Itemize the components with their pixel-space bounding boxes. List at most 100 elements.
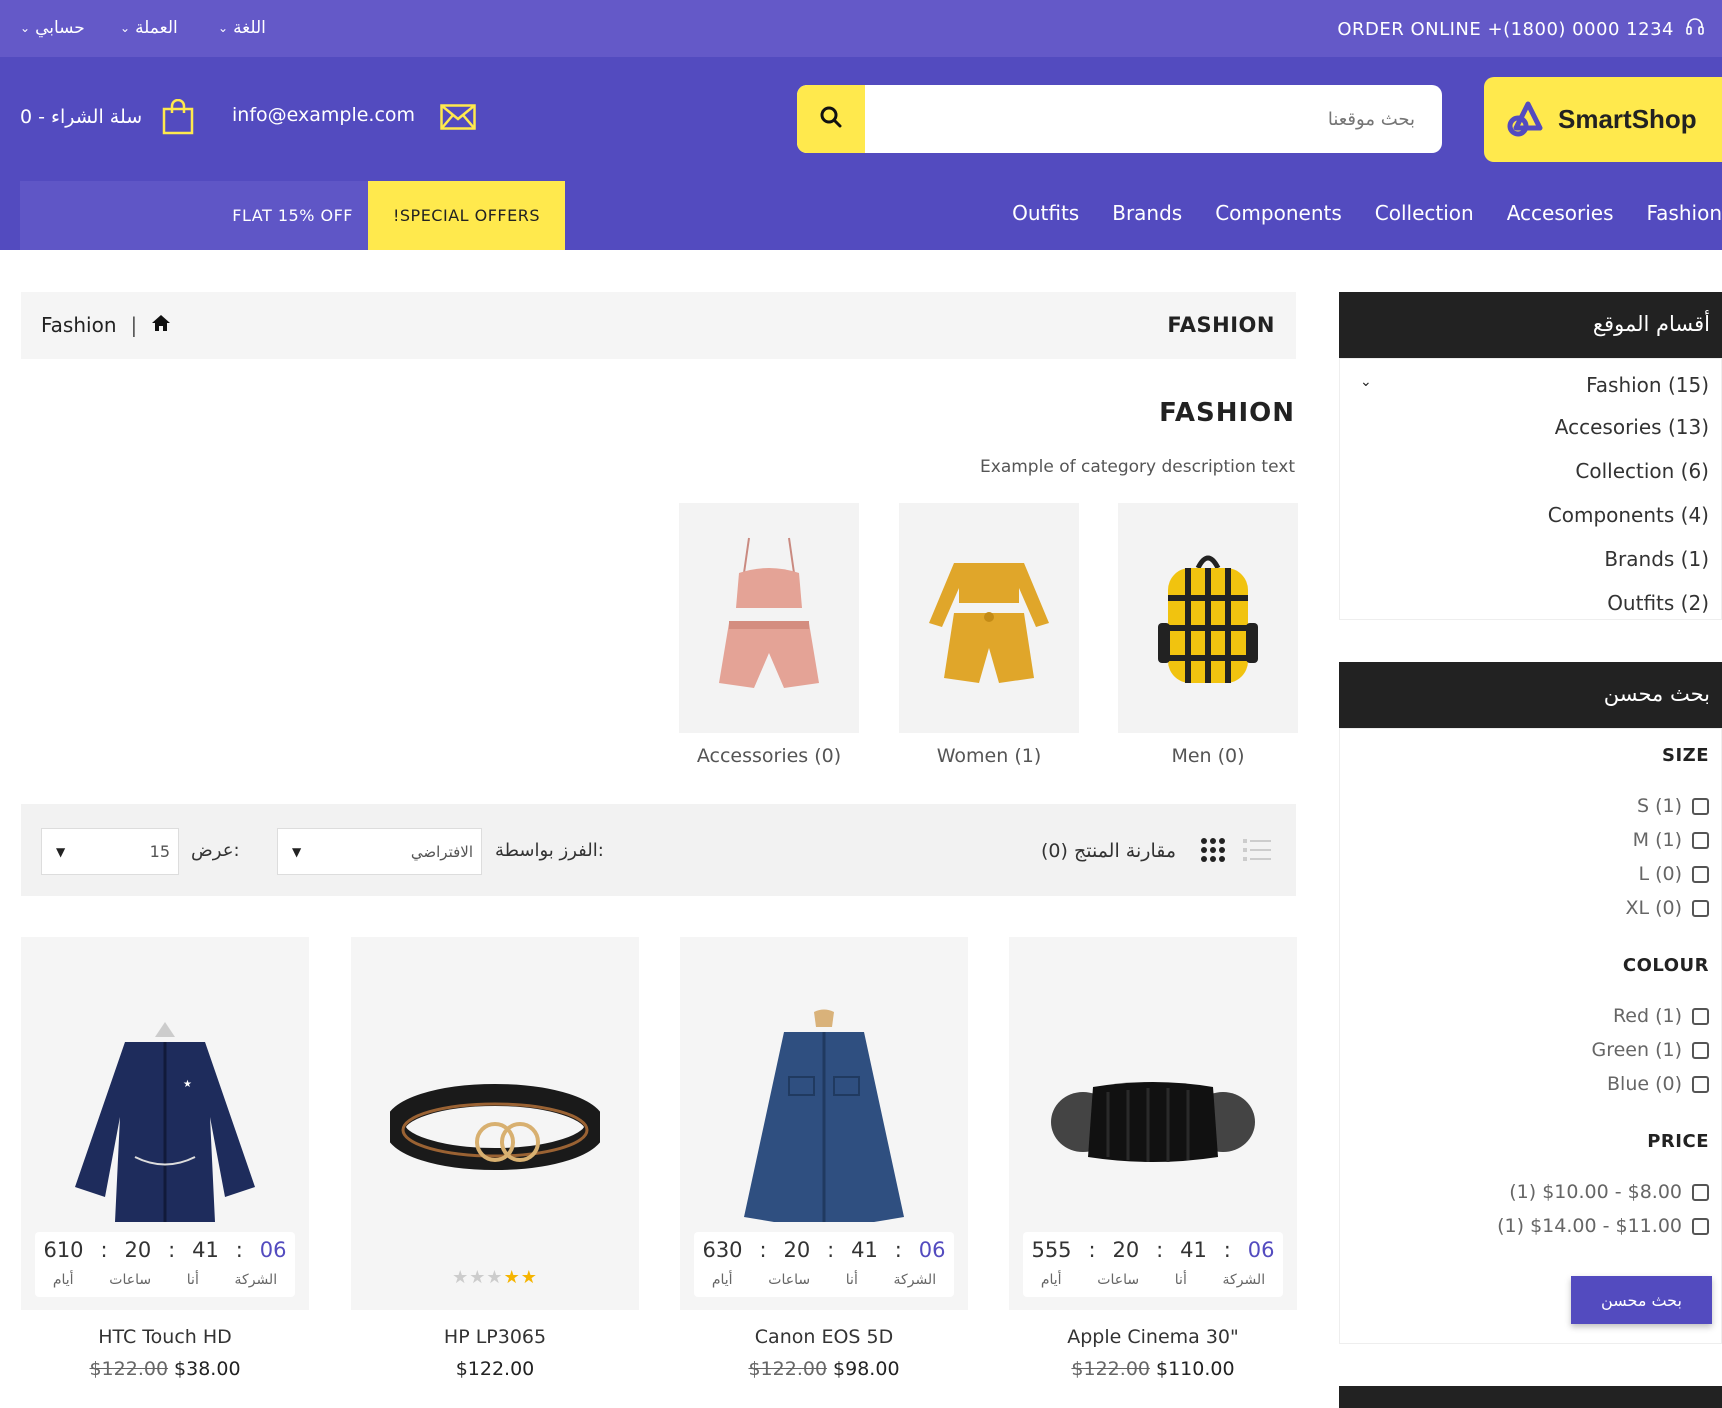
nav-item-collection[interactable]: Collection [1375,201,1474,225]
nav-item-accesories[interactable]: Accesories [1507,201,1614,225]
black-top-image [1051,1082,1255,1162]
checkbox[interactable] [1692,865,1709,883]
show-label: عرض: [191,840,240,861]
nav-item-brands[interactable]: Brands [1112,201,1182,225]
product-card[interactable]: 630: 20: 41: 06 أيام ساعات أنا الشركة [680,937,968,1310]
product-name[interactable]: HP LP3065 [351,1326,639,1348]
price-option[interactable]: (1) $14.00 - $11.00 [1497,1215,1709,1237]
show-select[interactable]: ▼ 15 [41,828,179,875]
timer-days: 555 [1031,1238,1072,1262]
product-name[interactable]: Apple Cinema 30" [1009,1326,1297,1348]
price-option[interactable]: (1) $10.00 - $8.00 [1509,1181,1709,1203]
subcategory-label[interactable]: Women (1) [899,745,1079,767]
advanced-search-button[interactable]: بحث محسن [1571,1276,1712,1324]
category-item[interactable]: Collection (6) [1575,459,1709,483]
subcategory-label[interactable]: Accessories (0) [679,745,859,767]
search-bar [797,85,1442,153]
nav-links: Outfits Brands Components Collection Acc… [1012,201,1722,225]
category-item[interactable]: Outfits (2) [1607,591,1709,615]
home-icon[interactable] [151,313,171,337]
denim-jacket-image [744,1009,904,1222]
caret-down-icon: ▼ [56,844,66,859]
subcategory-label[interactable]: Men (0) [1118,745,1298,767]
checkbox[interactable] [1692,899,1709,917]
checkbox[interactable] [1692,1183,1709,1201]
size-option[interactable]: S (1) [1637,795,1709,817]
currency-label: العملة [135,18,178,38]
timer-label-company: الشركة [234,1272,278,1288]
sort-select[interactable]: ▼ الافتراضي [277,828,482,875]
option-label: Red (1) [1612,1005,1682,1027]
timer-days: 610 [43,1238,84,1262]
breadcrumb-current[interactable]: Fashion [41,313,117,337]
checkbox[interactable] [1692,1075,1709,1093]
timer-label-company: الشركة [893,1272,937,1288]
timer-sep: : [168,1238,176,1262]
product-card[interactable]: 555: 20: 41: 06 أيام ساعات أنا الشركة [1009,937,1297,1310]
product-price: $122.00 $110.00 [1009,1358,1297,1380]
size-filter-title: SIZE [1661,745,1709,766]
colour-option[interactable]: Red (1) [1613,1005,1709,1027]
product-card[interactable]: ★★★★★ [351,937,639,1310]
product-toolbar: ▼ 15 عرض: ▼ الافتراضي الفرز بواسطة: مقار… [21,804,1296,896]
language-menu[interactable]: ⌄ اللغة [218,18,266,38]
category-item[interactable]: Accesories (13) [1555,415,1709,439]
subcategory-accessories[interactable] [679,503,859,733]
timer-label-hours: ساعات [768,1272,811,1288]
account-menu[interactable]: ⌄ حسابي [20,18,85,38]
subcategory-men[interactable] [1118,503,1298,733]
list-view-icon[interactable] [1243,837,1271,867]
cart-link[interactable]: سلة الشراء - 0 [20,106,142,128]
top-bar: ⌄ حسابي ⌄ العملة ⌄ اللغة ORDER ONLINE +(… [0,0,1722,57]
search-button[interactable] [797,85,865,153]
product-card[interactable]: ★ 610: 20: 41: 06 أيام ساعات أنا الشركة [21,937,309,1310]
nav-item-fashion[interactable]: Fashion [1647,201,1722,225]
email-link[interactable]: info@example.com [232,104,415,126]
checkbox[interactable] [1692,797,1709,815]
special-offers-link[interactable]: !SPECIAL OFFERS [368,181,565,250]
grid-view-icon[interactable] [1200,837,1226,867]
category-item[interactable]: Brands (1) [1604,547,1709,571]
timer-label-hours: ساعات [1097,1272,1140,1288]
new-price: $122.00 [455,1358,535,1380]
chevron-down-icon: ⌄ [120,21,131,35]
option-label: Blue (0) [1607,1073,1682,1095]
new-price: $38.00 [174,1358,241,1380]
product-price: $122.00 $38.00 [21,1358,309,1380]
filter-panel: SIZE S (1) M (1) L (0) XL (0) COLOUR Red… [1339,728,1722,1344]
next-sidebar-heading [1339,1386,1722,1408]
subcategory-women[interactable] [899,503,1079,733]
logo[interactable]: SmartShop [1484,77,1722,162]
checkbox[interactable] [1692,1007,1709,1025]
option-label: (1) $10.00 - $8.00 [1509,1181,1682,1203]
shopping-bag-icon[interactable] [162,98,194,139]
order-online: ORDER ONLINE +(1800) 0000 1234 [1337,17,1704,42]
category-item[interactable]: Components (4) [1548,503,1709,527]
product-name[interactable]: HTC Touch HD [21,1326,309,1348]
checkbox[interactable] [1692,1217,1709,1235]
size-option[interactable]: XL (0) [1625,897,1709,919]
currency-menu[interactable]: ⌄ العملة [120,18,178,38]
pink-outfit-image [719,537,819,688]
product-name[interactable]: Canon EOS 5D [680,1326,968,1348]
colour-option[interactable]: Blue (0) [1607,1073,1709,1095]
search-input[interactable] [877,85,1427,153]
old-price: $122.00 [748,1358,828,1380]
nav-item-outfits[interactable]: Outfits [1012,201,1079,225]
compare-link[interactable]: مقارنة المنتج (0) [1041,840,1176,862]
category-item[interactable]: Fashion (15) [1586,373,1709,397]
colour-option[interactable]: Green (1) [1592,1039,1709,1061]
checkbox[interactable] [1692,1041,1709,1059]
price-filter-title: PRICE [1647,1131,1709,1152]
size-option[interactable]: M (1) [1633,829,1709,851]
show-value: 15 [149,842,170,861]
timer-sep: : [759,1238,767,1262]
belt-image [390,1084,600,1170]
categories-panel: ⌄ Fashion (15) Accesories (13) Collectio… [1339,358,1722,620]
search-icon [819,105,843,133]
chevron-down-icon[interactable]: ⌄ [1360,374,1372,390]
size-option[interactable]: L (0) [1638,863,1709,885]
account-label: حسابي [35,18,85,38]
checkbox[interactable] [1692,831,1709,849]
nav-item-components[interactable]: Components [1215,201,1342,225]
